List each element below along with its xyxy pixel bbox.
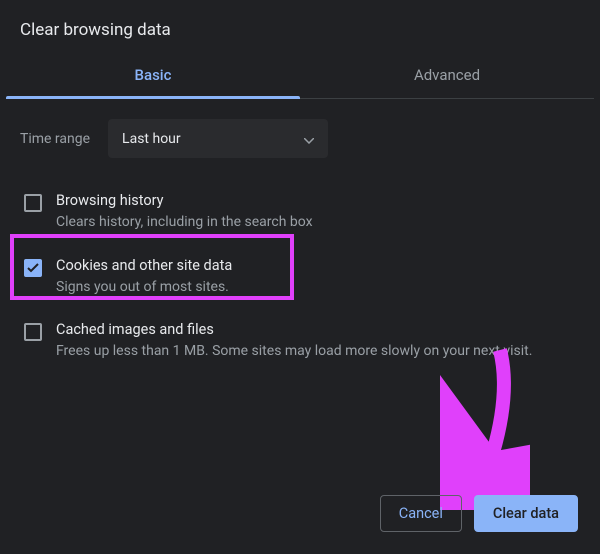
option-title: Cookies and other site data <box>56 257 576 274</box>
option-title: Cached images and files <box>56 321 576 338</box>
clear-data-button[interactable]: Clear data <box>474 495 578 532</box>
time-range-select[interactable]: Last hour <box>108 119 328 158</box>
option-texts: Cached images and files Frees up less th… <box>56 321 576 362</box>
option-cached[interactable]: Cached images and files Frees up less th… <box>20 309 580 374</box>
checkbox-cached[interactable] <box>24 323 42 341</box>
tab-basic[interactable]: Basic <box>6 56 300 98</box>
option-browsing-history[interactable]: Browsing history Clears history, includi… <box>20 180 580 245</box>
options-list: Browsing history Clears history, includi… <box>0 174 600 374</box>
option-cookies[interactable]: Cookies and other site data Signs you ou… <box>20 245 580 310</box>
tab-advanced[interactable]: Advanced <box>300 56 594 98</box>
dialog-actions: Cancel Clear data <box>380 495 578 532</box>
option-description: Signs you out of most sites. <box>56 278 576 298</box>
option-texts: Browsing history Clears history, includi… <box>56 192 576 233</box>
option-description: Clears history, including in the search … <box>56 213 576 233</box>
option-title: Browsing history <box>56 192 576 209</box>
time-range-label: Time range <box>20 131 90 147</box>
cancel-button[interactable]: Cancel <box>380 495 462 532</box>
chevron-down-icon <box>304 129 314 148</box>
time-range-value: Last hour <box>122 131 181 147</box>
checkbox-browsing-history[interactable] <box>24 194 42 212</box>
option-texts: Cookies and other site data Signs you ou… <box>56 257 576 298</box>
option-description: Frees up less than 1 MB. Some sites may … <box>56 342 576 362</box>
time-range-row: Time range Last hour <box>0 99 600 174</box>
tabs: Basic Advanced <box>6 56 594 99</box>
dialog-title: Clear browsing data <box>0 0 600 56</box>
checkbox-cookies[interactable] <box>24 259 42 277</box>
